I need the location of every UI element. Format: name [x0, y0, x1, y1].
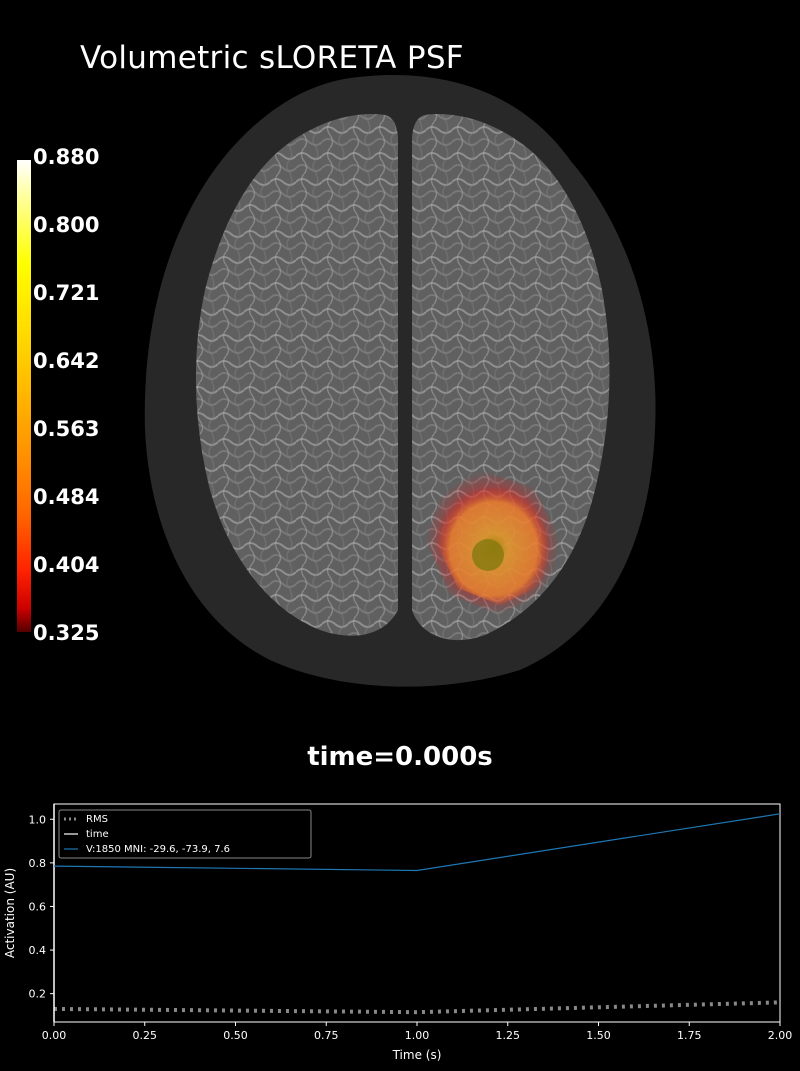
colorbar-label: 0.404 — [33, 553, 100, 577]
time-label: time=0.000s — [307, 742, 493, 772]
y-tick-label: 0.6 — [29, 900, 47, 913]
y-axis-label: Activation (AU) — [3, 868, 17, 958]
x-tick-label: 1.25 — [496, 1029, 521, 1042]
brain-render — [144, 75, 656, 687]
legend-label: time — [86, 829, 109, 840]
legend: RMS time V:1850 MNI: -29.6, -73.9, 7.6 — [58, 809, 312, 859]
colorbar-label: 0.563 — [33, 417, 100, 441]
legend-label: V:1850 MNI: -29.6, -73.9, 7.6 — [86, 844, 230, 855]
x-tick-label: 0.25 — [133, 1029, 158, 1042]
colorbar — [17, 160, 31, 632]
colorbar-label-min: 0.325 — [33, 621, 100, 645]
colorbar-label: 0.721 — [33, 281, 100, 305]
legend-label: RMS — [86, 814, 108, 825]
y-tick-label: 0.2 — [29, 988, 47, 1001]
x-tick-label: 0.50 — [223, 1029, 248, 1042]
y-tick-label: 1.0 — [29, 813, 47, 826]
colorbar-label: 0.642 — [33, 349, 100, 373]
x-tick-label: 1.75 — [677, 1029, 702, 1042]
x-tick-label: 1.50 — [586, 1029, 611, 1042]
brain-3d-view[interactable] — [140, 70, 660, 690]
x-tick-label: 0.00 — [42, 1029, 67, 1042]
x-tick-label: 2.00 — [768, 1029, 793, 1042]
x-tick-label: 1.00 — [405, 1029, 430, 1042]
activation-plot[interactable]: 0.00 0.25 0.50 0.75 1.00 1.25 1.50 1.75 2.00 0.2… — [0, 795, 800, 1067]
colorbar-label: 0.484 — [33, 485, 100, 509]
y-tick-label: 0.8 — [29, 857, 47, 870]
x-axis-label: Time (s) — [392, 1048, 442, 1062]
colorbar-label-max: 0.880 — [33, 145, 100, 169]
x-tick-label: 0.75 — [314, 1029, 339, 1042]
colorbar-label: 0.800 — [33, 213, 100, 237]
source-center — [472, 539, 504, 571]
y-tick-label: 0.4 — [29, 944, 47, 957]
